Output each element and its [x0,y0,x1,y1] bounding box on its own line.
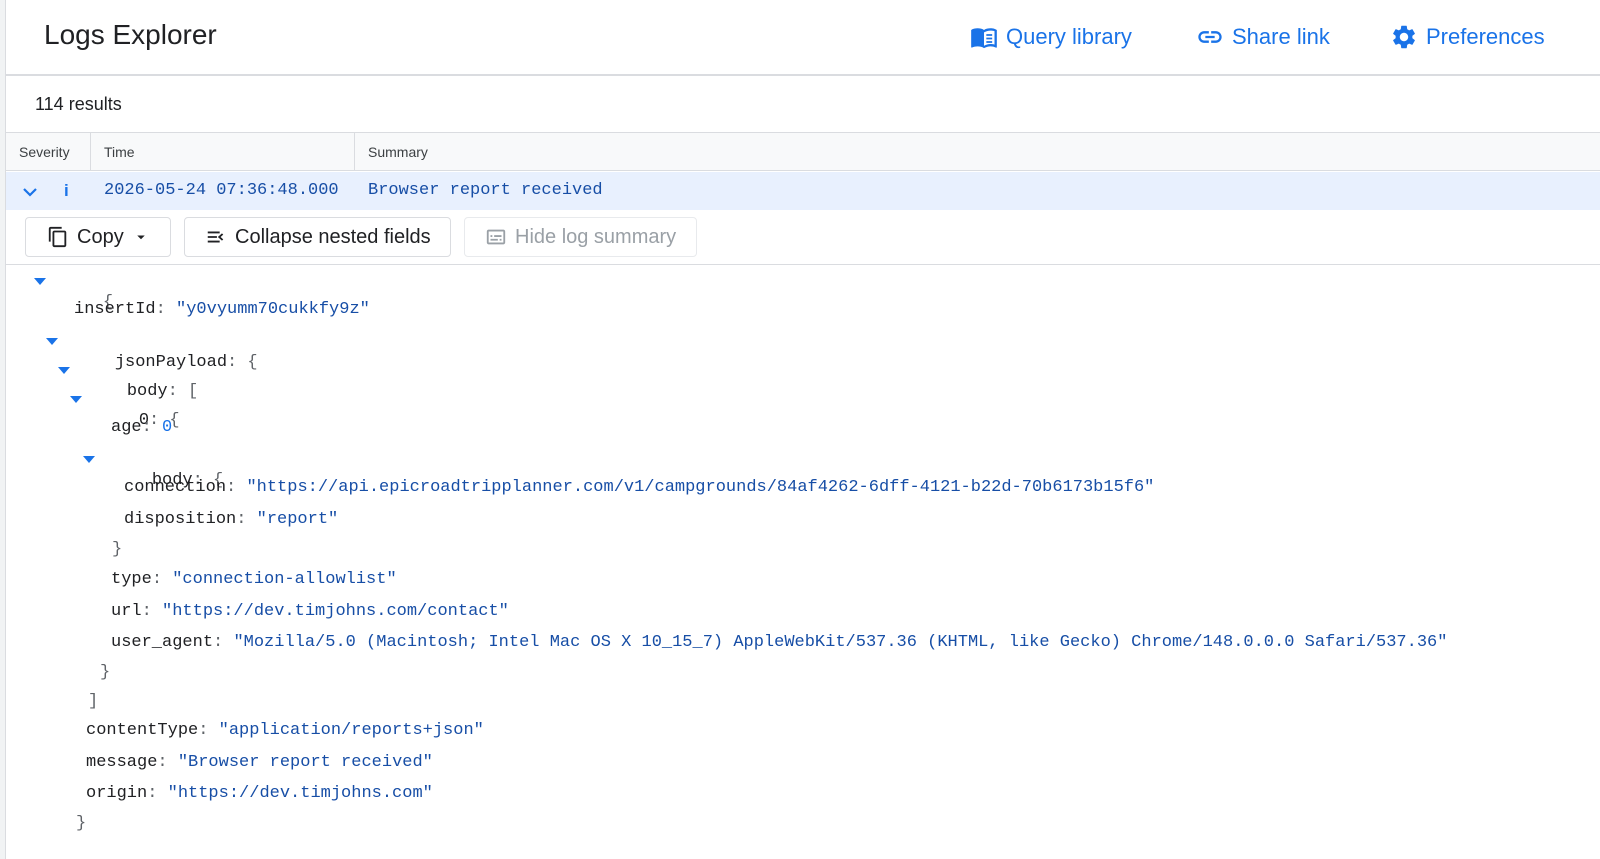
field-value[interactable]: "Mozilla/5.0 (Macintosh; Intel Mac OS X … [233,633,1447,652]
expand-toggle-icon[interactable] [83,456,95,463]
expand-toggle-icon[interactable] [70,396,82,403]
link-icon [1198,31,1222,43]
collapse-nested-fields-label: Collapse nested fields [235,225,431,248]
chevron-down-icon[interactable] [20,182,40,202]
column-severity[interactable]: Severity [6,133,91,171]
field-item-0: 0: { [70,388,180,430]
query-library-button[interactable]: Query library [970,20,1132,54]
log-actions-toolbar: Copy Collapse nested fields Hide log sum… [6,210,1600,265]
copy-button[interactable]: Copy [25,217,171,257]
field-value[interactable]: "https://dev.timjohns.com/contact" [162,602,509,621]
collapse-nested-fields-button[interactable]: Collapse nested fields [184,217,451,257]
log-timestamp: 2026-05-24 07:36:48.000 [104,181,339,200]
field-value[interactable]: "y0vyumm70cukkfy9z" [176,300,370,319]
collapse-list-icon [207,231,224,243]
field-key: age [111,418,142,437]
field-key: user_agent [111,633,214,652]
caret-down-icon [136,235,145,240]
field-origin: origin: "https://dev.timjohns.com" [86,784,433,803]
field-age: age: 0 [111,418,173,437]
closing-brace: } [112,540,123,559]
field-key: origin [86,784,148,803]
summary-icon [486,229,506,245]
field-value[interactable]: "https://dev.timjohns.com" [168,784,433,803]
field-key: disposition [124,510,237,529]
field-contentType: contentType: "application/reports+json" [86,721,484,740]
copy-label: Copy [77,225,124,248]
field-url: url: "https://dev.timjohns.com/contact" [111,602,509,621]
field-disposition: disposition: "report" [124,510,339,529]
expand-toggle-icon[interactable] [34,278,46,285]
share-link-button[interactable]: Share link [1196,20,1330,54]
field-value[interactable]: "https://api.epicroadtripplanner.com/v1/… [246,478,1154,497]
json-tree: { insertId: "y0vyumm70cukkfy9z" jsonPayl… [6,266,1600,859]
field-user_agent: user_agent: "Mozilla/5.0 (Macintosh; Int… [111,633,1448,652]
field-value[interactable]: "Browser report received" [178,753,433,772]
expand-toggle-icon[interactable] [46,338,58,345]
field-value[interactable]: "application/reports+json" [219,721,484,740]
copy-icon [48,226,67,248]
log-entry-row[interactable]: i 2026-05-24 07:36:48.000 Browser report… [6,172,1600,210]
field-jsonPayload: jsonPayload: { [46,330,258,372]
field-connection: connection: "https://api.epicroadtrippla… [124,478,1155,497]
field-key: contentType [86,721,199,740]
preferences-label: Preferences [1426,24,1545,49]
hide-log-summary-button[interactable]: Hide log summary [464,217,697,257]
results-count: 114 results [35,94,122,114]
preferences-button[interactable]: Preferences [1390,20,1545,54]
closing-bracket: ] [88,692,99,711]
field-key: connection [124,478,227,497]
field-key: insertId [74,300,156,319]
gear-icon [1393,25,1415,49]
field-value[interactable]: 0 [162,418,172,437]
log-summary: Browser report received [368,181,603,200]
field-key: url [111,602,142,621]
field-message: message: "Browser report received" [86,753,433,772]
field-body: body: [ [58,359,198,401]
page-header: Logs Explorer Query library Share link P… [6,0,1600,76]
query-library-label: Query library [1006,24,1132,49]
field-inner-body: body: { [83,448,223,490]
column-time[interactable]: Time [91,133,355,171]
info-severity-icon: i [64,181,69,200]
field-value[interactable]: "connection-allowlist" [172,570,396,589]
field-value[interactable]: "report" [257,510,339,529]
field-insertId: insertId: "y0vyumm70cukkfy9z" [74,300,370,319]
hide-log-summary-label: Hide log summary [515,225,677,248]
share-link-label: Share link [1232,24,1330,49]
field-key: message [86,753,158,772]
column-summary[interactable]: Summary [355,133,1600,171]
results-column-header: Severity Time Summary [6,133,1600,171]
field-type: type: "connection-allowlist" [111,570,397,589]
closing-brace: } [100,663,111,682]
tree-root-line: { [34,270,113,312]
field-key: type [111,570,152,589]
results-bar: 114 results [6,78,1600,133]
expand-toggle-icon[interactable] [58,367,70,374]
page-title: Logs Explorer [44,19,217,50]
closing-brace: } [76,814,87,833]
book-icon [971,28,997,49]
